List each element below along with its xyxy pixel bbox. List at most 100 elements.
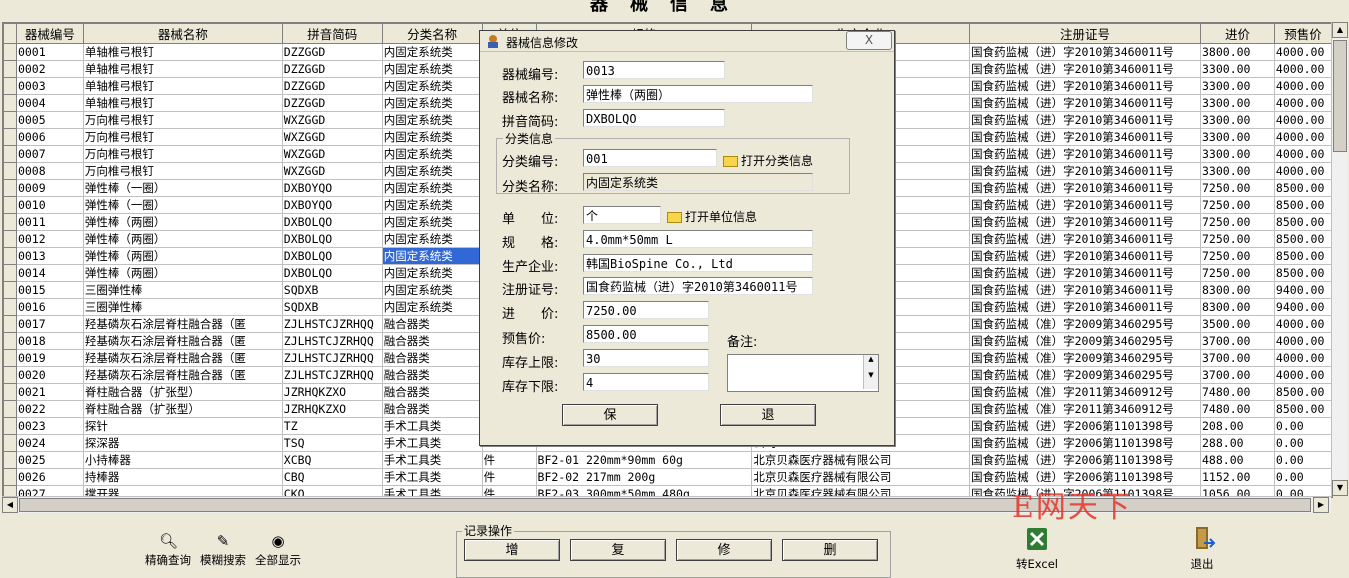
table-cell[interactable]: 0007 [15, 145, 84, 163]
table-cell[interactable]: 单轴椎弓根钉 [82, 77, 283, 95]
table-cell[interactable]: 国食药监械（进）字2010第3460011号 [969, 298, 1201, 316]
table-cell[interactable]: 万向椎弓根钉 [82, 128, 283, 146]
table-cell[interactable]: 0021 [15, 383, 84, 401]
table-cell[interactable]: 内固定系统类 [381, 247, 483, 265]
table-cell[interactable]: 国食药监械（进）字2010第3460011号 [969, 43, 1201, 61]
table-cell[interactable]: 国食药监械（准）字2009第3460295号 [969, 349, 1201, 367]
grid-vertical-scrollbar[interactable]: ▲ ▼ [1331, 22, 1348, 496]
row-indicator[interactable] [3, 162, 17, 180]
table-cell[interactable]: 羟基磷灰石涂层脊柱融合器（匿 [82, 315, 283, 333]
table-cell[interactable]: 弹性棒（两圈） [82, 230, 283, 248]
category-code-field[interactable]: 001 [583, 149, 717, 167]
table-cell[interactable]: 8500.00 [1273, 196, 1332, 214]
table-cell[interactable]: 国食药监械（准）字2011第3460912号 [969, 383, 1201, 401]
table-cell[interactable]: 持棒器 [82, 468, 283, 486]
table-cell[interactable]: 内固定系统类 [381, 213, 483, 231]
table-cell[interactable]: 3500.00 [1200, 315, 1275, 333]
column-header[interactable]: 注册证号 [969, 23, 1201, 44]
row-indicator[interactable] [3, 60, 17, 78]
table-cell[interactable]: CBQ [281, 468, 383, 486]
table-cell[interactable]: XCBQ [281, 451, 383, 469]
table-cell[interactable]: 北京贝森医疗器械有限公司 [751, 451, 971, 469]
table-cell[interactable]: 4000.00 [1273, 77, 1332, 95]
table-cell[interactable]: 国食药监械（进）字2010第3460011号 [969, 264, 1201, 282]
table-cell[interactable]: ZJLHSTCJZRHQQ [281, 349, 383, 367]
table-cell[interactable]: 内固定系统类 [381, 111, 483, 129]
table-cell[interactable]: 羟基磷灰石涂层脊柱融合器（匿 [82, 366, 283, 384]
table-cell[interactable]: 内固定系统类 [381, 60, 483, 78]
table-cell[interactable]: WXZGGD [281, 162, 383, 180]
table-cell[interactable]: 手术工具类 [381, 468, 483, 486]
table-cell[interactable]: 手术工具类 [381, 434, 483, 452]
column-header[interactable]: 预售价 [1273, 23, 1332, 44]
table-cell[interactable]: 弹性棒（一圈） [82, 179, 283, 197]
table-cell[interactable]: 单轴椎弓根钉 [82, 94, 283, 112]
table-cell[interactable]: 7250.00 [1200, 179, 1275, 197]
table-cell[interactable]: 国食药监械（进）字2010第3460011号 [969, 230, 1201, 248]
row-indicator[interactable] [3, 94, 17, 112]
add-button[interactable]: 增 [464, 539, 560, 561]
table-cell[interactable]: 融合器类 [381, 400, 483, 418]
table-cell[interactable]: 0014 [15, 264, 84, 282]
table-cell[interactable]: 3300.00 [1200, 162, 1275, 180]
table-cell[interactable]: 7480.00 [1200, 400, 1275, 418]
table-cell[interactable]: 4000.00 [1273, 315, 1332, 333]
table-cell[interactable]: DXBOYQO [281, 179, 383, 197]
scroll-thumb[interactable] [1333, 40, 1347, 152]
table-cell[interactable]: ZJLHSTCJZRHQQ [281, 315, 383, 333]
table-cell[interactable]: 国食药监械（准）字2009第3460295号 [969, 366, 1201, 384]
table-cell[interactable]: 0004 [15, 94, 84, 112]
maker-field[interactable]: 韩国BioSpine Co., Ltd [583, 254, 813, 272]
table-cell[interactable]: 弹性棒（两圈） [82, 247, 283, 265]
memo-scrollbar[interactable]: ▲ ▼ [863, 355, 878, 389]
row-indicator[interactable] [3, 281, 17, 299]
save-button[interactable]: 保 [562, 404, 658, 426]
table-cell[interactable]: BF2-02 217mm 200g [535, 468, 753, 486]
table-cell[interactable]: 国食药监械（进）字2010第3460011号 [969, 196, 1201, 214]
table-cell[interactable]: 4000.00 [1273, 43, 1332, 61]
table-cell[interactable]: WXZGGD [281, 145, 383, 163]
table-cell[interactable]: 融合器类 [381, 366, 483, 384]
table-cell[interactable]: 3300.00 [1200, 94, 1275, 112]
scroll-left-icon[interactable]: ◀ [2, 497, 18, 513]
row-indicator[interactable] [3, 179, 17, 197]
table-cell[interactable]: 件 [481, 468, 537, 486]
table-cell[interactable]: 0005 [15, 111, 84, 129]
table-cell[interactable]: DXBOLQO [281, 213, 383, 231]
table-cell[interactable]: 国食药监械（进）字2010第3460011号 [969, 60, 1201, 78]
table-cell[interactable]: 内固定系统类 [381, 162, 483, 180]
table-cell[interactable]: DZZGGD [281, 60, 383, 78]
table-cell[interactable]: 488.00 [1200, 451, 1275, 469]
table-cell[interactable]: 8500.00 [1273, 230, 1332, 248]
table-cell[interactable]: WXZGGD [281, 128, 383, 146]
table-cell[interactable]: 国食药监械（进）字2010第3460011号 [969, 247, 1201, 265]
table-cell[interactable]: 内固定系统类 [381, 230, 483, 248]
table-cell[interactable]: DZZGGD [281, 43, 383, 61]
table-cell[interactable]: 国食药监械（进）字2010第3460011号 [969, 128, 1201, 146]
row-indicator[interactable] [3, 213, 17, 231]
table-cell[interactable]: 0013 [15, 247, 84, 265]
table-cell[interactable]: 3300.00 [1200, 60, 1275, 78]
table-cell[interactable]: 国食药监械（进）字2010第3460011号 [969, 281, 1201, 299]
table-cell[interactable]: 脊柱融合器（扩张型） [82, 400, 283, 418]
table-cell[interactable]: DXBOLQO [281, 230, 383, 248]
back-button[interactable]: 退 [720, 404, 816, 426]
table-cell[interactable]: 探深器 [82, 434, 283, 452]
table-cell[interactable]: 0.00 [1273, 451, 1332, 469]
table-cell[interactable]: BF2-01 220mm*90mm 60g [535, 451, 753, 469]
row-indicator[interactable] [3, 434, 17, 452]
row-indicator[interactable] [3, 468, 17, 486]
table-cell[interactable]: 7250.00 [1200, 196, 1275, 214]
table-cell[interactable]: 1152.00 [1200, 468, 1275, 486]
table-cell[interactable]: 内固定系统类 [381, 298, 483, 316]
table-cell[interactable]: 0024 [15, 434, 84, 452]
table-cell[interactable]: 0.00 [1273, 417, 1332, 435]
table-cell[interactable]: TSQ [281, 434, 383, 452]
row-indicator[interactable] [3, 417, 17, 435]
table-cell[interactable]: 0.00 [1273, 434, 1332, 452]
table-cell[interactable]: JZRHQKZXO [281, 400, 383, 418]
table-cell[interactable]: 羟基磷灰石涂层脊柱融合器（匿 [82, 349, 283, 367]
table-cell[interactable]: 8500.00 [1273, 179, 1332, 197]
show-all-button[interactable]: ◉ 全部显示 [251, 533, 305, 568]
registration-field[interactable]: 国食药监械（进）字2010第3460011号 [583, 277, 813, 295]
